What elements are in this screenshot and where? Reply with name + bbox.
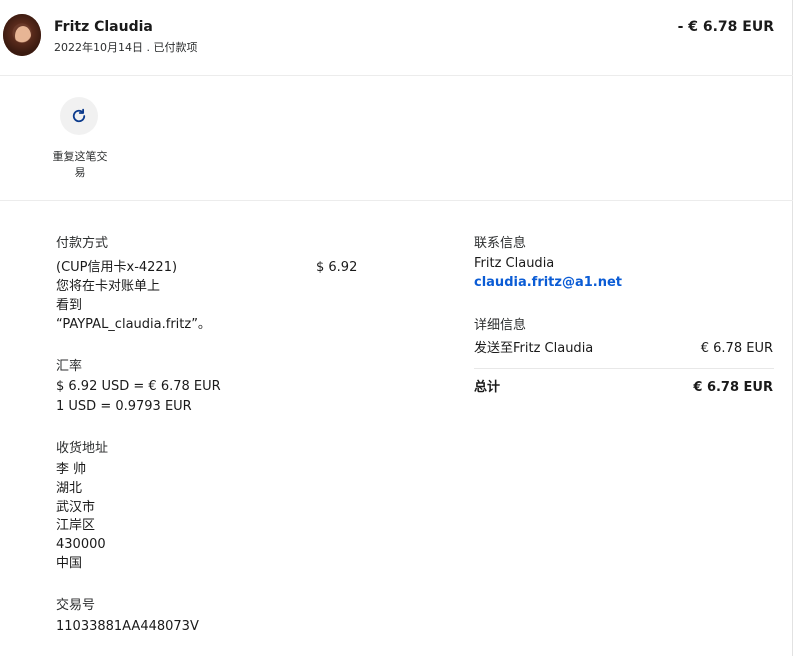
- payment-card-amount: $ 6.92: [316, 260, 358, 275]
- exchange-rate-heading: 汇率: [56, 359, 83, 374]
- statement-note-line1: 您将在卡对账单上: [56, 279, 161, 294]
- total-amount: € 6.78 EUR: [693, 380, 773, 395]
- details-heading: 详细信息: [474, 318, 527, 333]
- sent-to-amount: € 6.78 EUR: [700, 341, 773, 356]
- transaction-id-heading: 交易号: [56, 598, 96, 613]
- avatar: [3, 14, 41, 56]
- actions-section: 重复这笔交易: [0, 76, 793, 201]
- statement-note-line3: “PAYPAL_claudia.fritz”。: [56, 317, 211, 332]
- sent-to-label: 发送至Fritz Claudia: [474, 341, 594, 356]
- payment-method-heading: 付款方式: [56, 236, 109, 251]
- payment-card: (CUP信用卡x-4221): [56, 260, 178, 275]
- transaction-header: Fritz Claudia 2022年10月14日 . 已付款项 - € 6.7…: [0, 0, 793, 76]
- shipping-address-line: 中国: [56, 556, 83, 571]
- repeat-transaction-label[interactable]: 重复这笔交易: [48, 149, 112, 181]
- total-label: 总计: [474, 380, 501, 395]
- exchange-rate-line2: 1 USD = 0.9793 EUR: [56, 399, 192, 414]
- shipping-address-line: 李 帅: [56, 462, 87, 477]
- shipping-address-line: 江岸区: [56, 518, 96, 533]
- transaction-id: 11033881AA448073V: [56, 619, 199, 634]
- avatar-hair: [3, 14, 41, 56]
- shipping-address-line: 430000: [56, 537, 106, 552]
- refresh-icon: [72, 108, 86, 123]
- payee-name: Fritz Claudia: [54, 19, 153, 35]
- repeat-transaction-button[interactable]: [60, 97, 98, 135]
- transaction-card: Fritz Claudia 2022年10月14日 . 已付款项 - € 6.7…: [0, 0, 793, 656]
- statement-note-line2: 看到: [56, 298, 83, 313]
- exchange-rate-line1: $ 6.92 USD = € 6.78 EUR: [56, 379, 221, 394]
- shipping-address-line: 湖北: [56, 481, 83, 496]
- transaction-date-status: 2022年10月14日 . 已付款项: [54, 41, 198, 54]
- shipping-address-line: 武汉市: [56, 500, 96, 515]
- transaction-amount: - € 6.78 EUR: [677, 19, 774, 35]
- contact-email-link[interactable]: claudia.fritz@a1.net: [474, 273, 622, 292]
- details-divider: [474, 368, 774, 369]
- shipping-address-heading: 收货地址: [56, 441, 109, 456]
- contact-info-heading: 联系信息: [474, 236, 527, 251]
- contact-name: Fritz Claudia: [474, 256, 555, 271]
